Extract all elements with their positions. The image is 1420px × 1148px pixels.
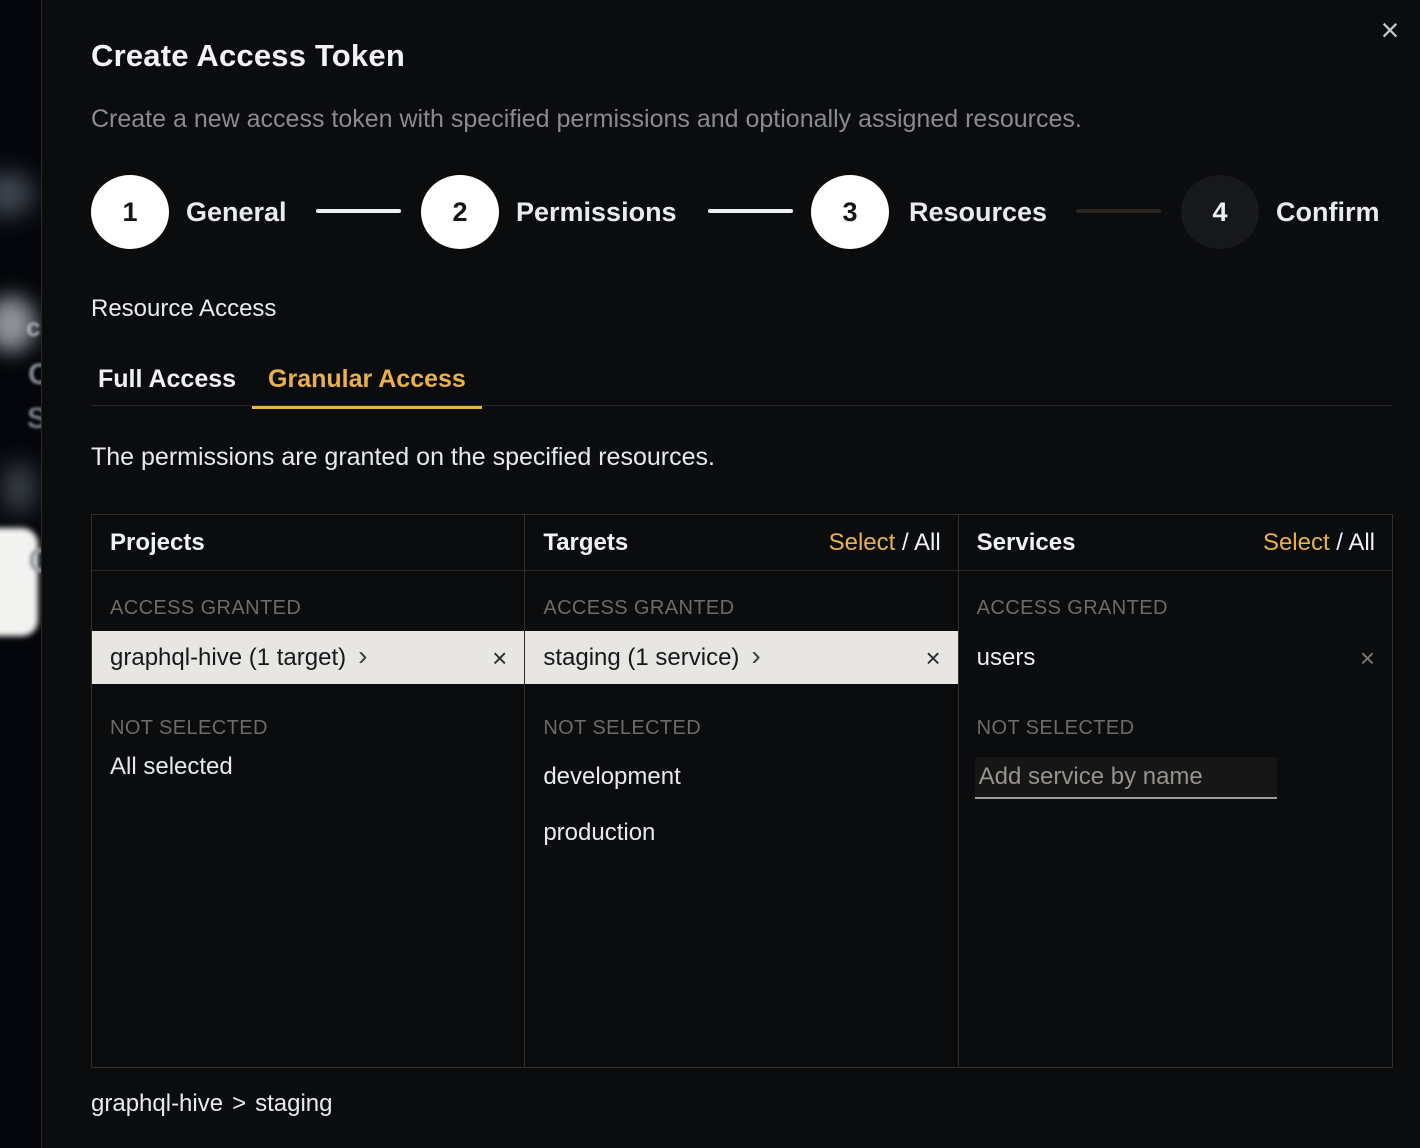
services-select-link[interactable]: Select [1263, 529, 1330, 556]
not-selected-label: NOT SELECTED [110, 717, 268, 740]
granted-target-label: staging (1 service) [543, 644, 739, 672]
create-access-token-dialog: × Create Access Token Create a new acces… [41, 0, 1420, 1148]
granted-target-row[interactable]: staging (1 service) › × [525, 631, 957, 684]
resource-access-heading: Resource Access [91, 295, 276, 323]
backdrop-text-fragment: C [28, 358, 41, 392]
remove-service-icon[interactable]: × [1360, 645, 1375, 671]
select-all-separator: / [895, 529, 914, 556]
permissions-description: The permissions are granted on the speci… [91, 443, 715, 472]
chevron-right-icon: › [751, 642, 760, 670]
tab-granular-access[interactable]: Granular Access [252, 356, 482, 409]
backdrop-text-fragment: S [27, 402, 41, 436]
breadcrumb: graphql-hive > staging [91, 1090, 333, 1118]
step-label-resources[interactable]: Resources [909, 175, 1047, 249]
targets-column-header: Targets Select / All [525, 515, 957, 571]
access-granted-label: ACCESS GRANTED [977, 597, 1168, 620]
services-column-header: Services Select / All [959, 515, 1392, 571]
remove-target-icon[interactable]: × [925, 645, 940, 671]
services-column-title: Services [977, 529, 1076, 557]
breadcrumb-project: graphql-hive [91, 1090, 223, 1117]
projects-column-title: Projects [110, 529, 205, 557]
tabs-divider [91, 405, 1393, 406]
resource-picker-table: Projects ACCESS GRANTED graphql-hive (1 … [91, 514, 1393, 1068]
step-label-confirm[interactable]: Confirm [1276, 175, 1380, 249]
step-circle-confirm[interactable]: 4 [1181, 175, 1259, 249]
not-selected-label: NOT SELECTED [977, 717, 1135, 740]
targets-column-title: Targets [543, 529, 628, 557]
targets-select-link[interactable]: Select [829, 529, 896, 556]
available-target-production[interactable]: production [525, 805, 957, 861]
backdrop-text-fragment: c [26, 312, 40, 343]
breadcrumb-target: staging [255, 1090, 332, 1117]
granted-project-label: graphql-hive (1 target) [110, 644, 346, 672]
access-granted-label: ACCESS GRANTED [543, 597, 734, 620]
targets-column: Targets Select / All ACCESS GRANTED stag… [525, 515, 958, 1067]
step-circle-general[interactable]: 1 [91, 175, 169, 249]
step-connector [316, 209, 401, 213]
backdrop-blob [2, 462, 36, 514]
remove-project-icon[interactable]: × [492, 645, 507, 671]
granted-service-label: users [977, 644, 1036, 672]
all-selected-note: All selected [110, 753, 233, 781]
services-all-link[interactable]: All [1348, 529, 1375, 556]
dialog-title: Create Access Token [91, 38, 405, 74]
step-connector [708, 209, 793, 213]
projects-column-header: Projects [92, 515, 524, 571]
backdrop-blob [0, 172, 34, 216]
targets-select-all: Select / All [829, 529, 941, 557]
chevron-right-icon: › [358, 642, 367, 670]
available-target-development[interactable]: development [525, 749, 957, 805]
step-circle-resources[interactable]: 3 [811, 175, 889, 249]
projects-column: Projects ACCESS GRANTED graphql-hive (1 … [92, 515, 525, 1067]
tab-full-access[interactable]: Full Access [82, 356, 252, 409]
granted-service-row[interactable]: users × [959, 631, 1392, 684]
not-selected-label: NOT SELECTED [543, 717, 701, 740]
close-icon[interactable]: × [1370, 10, 1410, 50]
services-select-all: Select / All [1263, 529, 1375, 557]
select-all-separator: / [1330, 529, 1349, 556]
page-backdrop: c C S C [0, 0, 41, 1148]
services-column: Services Select / All ACCESS GRANTED use… [959, 515, 1392, 1067]
step-circle-permissions[interactable]: 2 [421, 175, 499, 249]
breadcrumb-separator: > [232, 1090, 246, 1117]
dialog-subtitle: Create a new access token with specified… [91, 105, 1082, 134]
step-label-general[interactable]: General [186, 175, 287, 249]
step-label-permissions[interactable]: Permissions [516, 175, 677, 249]
targets-all-link[interactable]: All [914, 529, 941, 556]
add-service-input[interactable] [975, 757, 1277, 799]
access-granted-label: ACCESS GRANTED [110, 597, 301, 620]
backdrop-text-fragment: C [28, 542, 41, 581]
access-mode-tabs: Full Access Granular Access [82, 356, 482, 409]
step-connector [1076, 209, 1161, 213]
granted-project-row[interactable]: graphql-hive (1 target) › × [92, 631, 524, 684]
